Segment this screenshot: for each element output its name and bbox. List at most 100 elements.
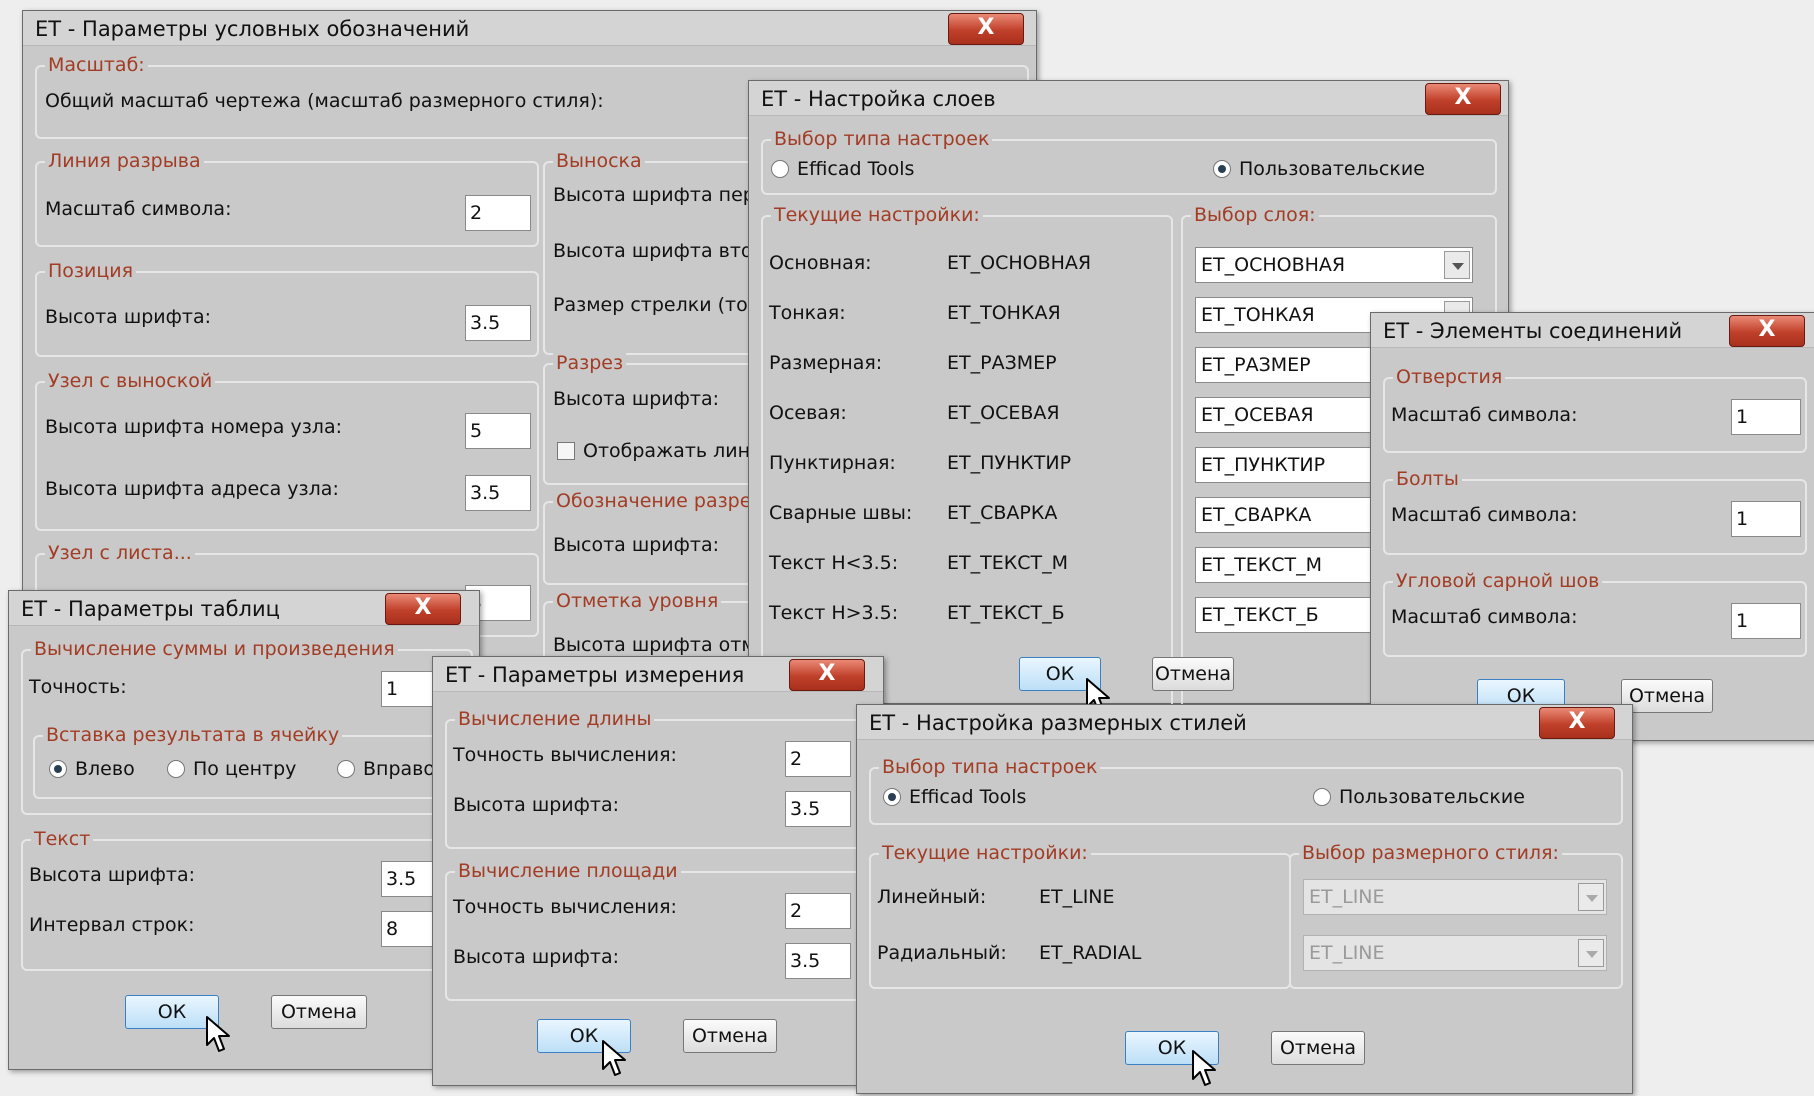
close-icon: X: [414, 595, 432, 620]
settings-type-legend: Выбор типа настроек: [771, 128, 993, 150]
node-sheet-legend: Узел с листа...: [45, 542, 195, 564]
node-address-font-input[interactable]: 3.5: [465, 475, 531, 511]
radio-dot[interactable]: [167, 760, 185, 778]
title-bar[interactable]: ET - Параметры таблиц X: [9, 591, 479, 626]
sum-product-legend: Вычисление суммы и произведения: [31, 638, 398, 660]
close-button[interactable]: X: [789, 659, 865, 691]
holes-scale-input[interactable]: 1: [1731, 399, 1801, 435]
dimension-style-legend: Выбор размерного стиля:: [1299, 842, 1562, 864]
linear-value: ET_LINE: [1039, 886, 1115, 908]
title-bar[interactable]: ET - Элементы соединений X: [1371, 313, 1814, 348]
custom-label: Пользовательские: [1339, 786, 1525, 808]
position-font-label: Высота шрифта:: [45, 306, 212, 328]
chevron-down-icon[interactable]: [1444, 251, 1470, 279]
position-legend: Позиция: [45, 260, 137, 282]
chevron-down-icon[interactable]: [1578, 883, 1604, 911]
close-button[interactable]: X: [1425, 83, 1501, 115]
layer-select-value: ET_РАЗМЕР: [1201, 354, 1311, 376]
window-title: ET - Настройка слоев: [761, 87, 996, 111]
area-calc-legend: Вычисление площади: [455, 860, 681, 882]
efficad-tools-radio[interactable]: Efficad Tools: [771, 157, 914, 181]
close-button[interactable]: X: [385, 593, 461, 625]
custom-label: Пользовательские: [1239, 158, 1425, 180]
dimension-style-select[interactable]: ET_LINE: [1303, 879, 1607, 915]
area-precision-input[interactable]: 2: [785, 893, 851, 929]
length-precision-input[interactable]: 2: [785, 741, 851, 777]
break-line-scale-input[interactable]: 2: [465, 195, 531, 231]
node-number-font-input[interactable]: 5: [465, 413, 531, 449]
align-left-radio[interactable]: Влево: [49, 757, 135, 781]
line-spacing-label: Интервал строк:: [29, 914, 195, 936]
close-button[interactable]: X: [1539, 707, 1615, 739]
title-bar[interactable]: ET - Настройка размерных стилей X: [857, 705, 1632, 740]
drawing-scale-label: Общий масштаб чертежа (масштаб размерног…: [45, 90, 604, 112]
chevron-down-icon[interactable]: [1578, 939, 1604, 967]
layer-row-label: Размерная:: [769, 352, 883, 374]
radio-dot[interactable]: [49, 760, 67, 778]
bolts-legend: Болты: [1393, 468, 1462, 490]
close-button[interactable]: X: [1729, 315, 1805, 347]
cancel-button[interactable]: Отмена: [1621, 679, 1713, 713]
custom-radio[interactable]: Пользовательские: [1213, 157, 1425, 181]
cancel-button[interactable]: Отмена: [1271, 1031, 1365, 1065]
dimension-styles-window: ET - Настройка размерных стилей X Выбор …: [856, 704, 1633, 1094]
current-settings-group: Текущие настройки: Линейный: ET_LINE Рад…: [869, 842, 1291, 989]
position-font-input[interactable]: 3.5: [465, 305, 531, 341]
close-button[interactable]: X: [948, 13, 1024, 45]
window-title: ET - Элементы соединений: [1383, 319, 1683, 343]
holes-legend: Отверстия: [1393, 366, 1506, 388]
area-precision-label: Точность вычисления:: [453, 896, 677, 918]
weld-scale-input[interactable]: 1: [1731, 603, 1801, 639]
align-right-radio[interactable]: Вправо: [337, 757, 435, 781]
align-right-label: Вправо: [363, 758, 435, 780]
radio-dot[interactable]: [1313, 788, 1331, 806]
area-font-height-input[interactable]: 3.5: [785, 943, 851, 979]
insert-result-legend: Вставка результата в ячейку: [43, 724, 343, 746]
close-icon: X: [1568, 709, 1586, 734]
title-bar[interactable]: ET - Параметры измерения X: [433, 657, 883, 692]
title-bar[interactable]: ET - Параметры условных обозначений X: [23, 11, 1036, 46]
cancel-button[interactable]: Отмена: [1152, 657, 1234, 691]
layer-row-value: ET_ПУНКТИР: [947, 452, 1072, 474]
cancel-button[interactable]: Отмена: [683, 1019, 777, 1053]
layer-select[interactable]: ET_ОСНОВНАЯ: [1195, 247, 1473, 283]
layer-row-label: Текст H>3.5:: [769, 602, 899, 624]
radio-dot[interactable]: [771, 160, 789, 178]
measurement-params-window: ET - Параметры измерения X Вычисление дл…: [432, 656, 884, 1086]
radio-dot[interactable]: [883, 788, 901, 806]
weld-legend: Угловой сарной шов: [1393, 570, 1603, 592]
close-icon: X: [1454, 85, 1472, 110]
dimension-style-select[interactable]: ET_LINE: [1303, 935, 1607, 971]
window-title: ET - Настройка размерных стилей: [869, 711, 1247, 735]
dimension-style-value: ET_LINE: [1309, 942, 1385, 964]
node-number-font-label: Высота шрифта номера узла:: [45, 416, 342, 438]
node-callout-group: Узел с выноской Высота шрифта номера узл…: [35, 370, 539, 531]
custom-radio[interactable]: Пользовательские: [1313, 785, 1525, 809]
layer-select-value: ET_ТЕКСТ_М: [1201, 554, 1322, 576]
length-font-height-label: Высота шрифта:: [453, 794, 620, 816]
close-icon: X: [1758, 317, 1776, 342]
bolts-scale-input[interactable]: 1: [1731, 501, 1801, 537]
section-mark-font-label: Высота шрифта:: [553, 534, 720, 556]
show-lines-label: Отображать лини: [583, 440, 763, 462]
node-address-font-label: Высота шрифта адреса узла:: [45, 478, 339, 500]
layer-row-value: ET_ТЕКСТ_Б: [947, 602, 1065, 624]
show-lines-checkbox[interactable]: Отображать лини: [557, 439, 762, 463]
length-font-height-input[interactable]: 3.5: [785, 791, 851, 827]
callout-second-font-label: Высота шрифта втор: [553, 240, 765, 262]
break-line-group: Линия разрыва Масштаб символа: 2: [35, 150, 539, 247]
length-calc-legend: Вычисление длины: [455, 708, 655, 730]
precision-label: Точность:: [29, 676, 127, 698]
efficad-tools-radio[interactable]: Efficad Tools: [883, 785, 1026, 809]
bolts-group: Болты Масштаб символа: 1: [1383, 468, 1807, 555]
mouse-pointer-icon: [206, 1016, 230, 1052]
title-bar[interactable]: ET - Настройка слоев X: [749, 81, 1508, 116]
radio-dot[interactable]: [337, 760, 355, 778]
cancel-button[interactable]: Отмена: [271, 995, 367, 1029]
radio-dot[interactable]: [1213, 160, 1231, 178]
align-center-radio[interactable]: По центру: [167, 757, 296, 781]
area-font-height-label: Высота шрифта:: [453, 946, 620, 968]
position-group: Позиция Высота шрифта: 3.5: [35, 260, 539, 357]
checkbox-box[interactable]: [557, 442, 575, 460]
weld-group: Угловой сарной шов Масштаб символа: 1: [1383, 570, 1807, 657]
